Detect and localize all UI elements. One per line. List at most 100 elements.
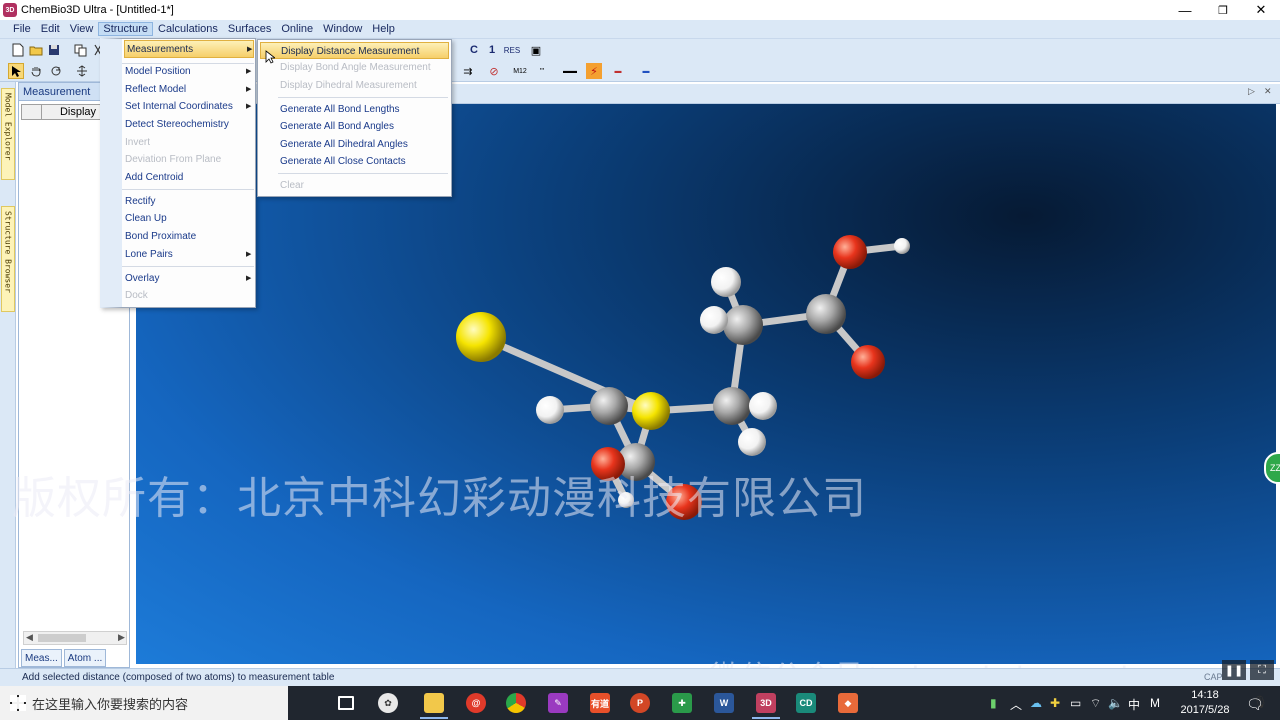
sulfur-atom[interactable] <box>456 312 506 362</box>
next-window-icon[interactable]: ▷ <box>1248 86 1255 97</box>
model-explorer-tab[interactable]: Model Explorer <box>1 88 15 180</box>
chrome-icon[interactable] <box>506 693 526 713</box>
menu-item-lone-pairs[interactable]: Lone Pairs ▶ <box>124 246 254 264</box>
menu-item-model-position[interactable]: Model Position ▶ <box>124 63 254 81</box>
submenu-item-display-distance[interactable]: Display Distance Measurement <box>260 42 449 59</box>
submenu-item-generate-bond-lengths[interactable]: Generate All Bond Lengths <box>280 101 400 118</box>
blue-bond-button[interactable]: ▬ <box>636 63 656 79</box>
volume-icon[interactable]: 🔈 <box>1108 696 1123 710</box>
menu-file[interactable]: File <box>8 22 36 36</box>
menu-calculations[interactable]: Calculations <box>153 22 223 36</box>
submenu-item-generate-dihedral-angles[interactable]: Generate All Dihedral Angles <box>280 136 408 153</box>
slides-app-icon[interactable]: ◆ <box>838 693 858 713</box>
file-explorer-icon[interactable] <box>424 693 444 713</box>
carbon-atom[interactable] <box>806 294 846 334</box>
translate-icon[interactable] <box>74 63 90 79</box>
menu-item-bond-proximate[interactable]: Bond Proximate <box>124 228 196 246</box>
pinwheel-app-icon[interactable]: ✿ <box>378 693 398 713</box>
hydrogen-atom[interactable] <box>711 267 741 297</box>
task-view-icon[interactable] <box>338 696 354 710</box>
open-folder-icon[interactable] <box>28 42 44 58</box>
display-settings-button[interactable]: ▣ <box>528 42 544 58</box>
tray-expand-icon[interactable]: ︿ <box>1010 696 1022 713</box>
netease-app-icon[interactable]: 有道 <box>590 693 610 713</box>
menu-surfaces[interactable]: Surfaces <box>223 22 276 36</box>
carbon-atom[interactable] <box>590 387 628 425</box>
pause-button[interactable]: ❚❚ <box>1222 660 1246 680</box>
wifi-icon[interactable]: ⌔ <box>1090 696 1101 711</box>
hand-pan-icon[interactable] <box>28 63 44 79</box>
menu-window[interactable]: Window <box>318 22 367 36</box>
rotate-icon[interactable] <box>48 63 64 79</box>
residue-label-button[interactable]: RES <box>502 42 522 58</box>
cloud-icon[interactable]: ☁ <box>1030 696 1042 710</box>
hydrogen-atom[interactable] <box>749 392 777 420</box>
menu-item-clean-up[interactable]: Clean Up <box>124 210 167 228</box>
tab-measurements[interactable]: Meas... <box>21 649 62 667</box>
submenu-item-generate-bond-angles[interactable]: Generate All Bond Angles <box>280 118 394 135</box>
hydrogen-atom[interactable] <box>738 428 766 456</box>
energy-button[interactable]: ⚡ <box>586 63 602 79</box>
no-entry-icon[interactable]: ⊘ <box>486 63 502 79</box>
taskbar-clock[interactable]: 14:18 2017/5/28 <box>1172 688 1238 718</box>
menu-view[interactable]: View <box>65 22 99 36</box>
oxygen-atom[interactable] <box>851 345 885 379</box>
menu-edit[interactable]: Edit <box>36 22 65 36</box>
menu-item-rectify[interactable]: Rectify <box>124 193 156 211</box>
menu-item-add-centroid[interactable]: Add Centroid <box>124 169 183 187</box>
close-window-icon[interactable]: ✕ <box>1264 86 1272 97</box>
carbon-atom[interactable] <box>723 305 763 345</box>
fullscreen-button[interactable]: ⛶ <box>1250 660 1274 680</box>
taskbar-search-box[interactable]: 在这里输入你要搜索的内容 🎙 <box>0 686 1268 720</box>
word-icon[interactable]: W <box>714 693 734 713</box>
carbon-atom[interactable] <box>713 387 751 425</box>
menu-item-detect-stereochemistry[interactable]: Detect Stereochemistry <box>124 116 229 134</box>
oxygen-atom[interactable] <box>833 235 867 269</box>
serial-number-button[interactable]: 1 <box>484 42 500 58</box>
menu-online[interactable]: Online <box>276 22 318 36</box>
bond-style-button[interactable]: ▬▬ <box>560 63 580 79</box>
menu-item-set-internal-coordinates[interactable]: Set Internal Coordinates ▶ <box>124 98 254 116</box>
scroll-left-icon[interactable]: ◀ <box>26 632 33 643</box>
scroll-right-icon[interactable]: ▶ <box>118 632 125 643</box>
carbon-label-button[interactable]: C <box>466 42 482 58</box>
mail-163-icon[interactable]: @ <box>466 693 486 713</box>
menu-item-reflect-model[interactable]: Reflect Model ▶ <box>124 81 254 99</box>
paint-app-icon[interactable]: ✎ <box>548 693 568 713</box>
hydrogen-atom[interactable] <box>894 238 910 254</box>
battery-icon[interactable]: ▮ <box>990 696 997 710</box>
hydrogen-atom[interactable] <box>700 306 728 334</box>
menu-structure[interactable]: Structure <box>98 22 153 36</box>
tab-atom-property[interactable]: Atom ... <box>63 649 107 667</box>
sulfur-atom[interactable] <box>632 392 670 430</box>
input-language[interactable]: 中 <box>1128 696 1140 713</box>
chembio3d-taskbar-icon[interactable]: 3D <box>756 693 776 713</box>
notification-icon[interactable]: 🗨 <box>1246 696 1264 713</box>
structure-browser-tab[interactable]: Structure Browser <box>1 206 15 312</box>
ime-mode[interactable]: M <box>1150 696 1160 710</box>
align-button[interactable]: ⇉ <box>460 63 476 79</box>
select-arrow-icon[interactable] <box>8 63 24 79</box>
scrollbar-thumb[interactable] <box>38 634 86 642</box>
copy-icon[interactable] <box>72 42 88 58</box>
new-document-icon[interactable] <box>10 42 26 58</box>
network-icon[interactable]: ▭ <box>1070 696 1081 710</box>
menu-help[interactable]: Help <box>367 22 400 36</box>
minimize-button[interactable]: — <box>1166 0 1204 20</box>
cad-app-icon[interactable]: ✚ <box>672 693 692 713</box>
windows-start-icon[interactable] <box>8 693 28 713</box>
tray-app-icon[interactable]: ✚ <box>1050 696 1060 710</box>
red-bond-button[interactable]: ▬ <box>608 63 628 79</box>
submenu-item-generate-close-contacts[interactable]: Generate All Close Contacts <box>280 153 406 170</box>
powerpoint-icon[interactable]: P <box>630 693 650 713</box>
chemdraw-taskbar-icon[interactable]: CD <box>796 693 816 713</box>
horizontal-scrollbar[interactable]: ◀ ▶ <box>23 631 127 645</box>
bond-angle-button[interactable]: ''' <box>532 63 552 79</box>
maximize-button[interactable]: ❐ <box>1204 0 1242 20</box>
menu-item-overlay[interactable]: Overlay ▶ <box>124 270 254 288</box>
menu-item-measurements[interactable]: Measurements ▶ <box>124 40 254 58</box>
close-button[interactable]: ✕ <box>1242 0 1280 20</box>
distance-label-button[interactable]: M12 <box>510 63 530 79</box>
save-icon[interactable] <box>46 42 62 58</box>
hydrogen-atom[interactable] <box>536 396 564 424</box>
